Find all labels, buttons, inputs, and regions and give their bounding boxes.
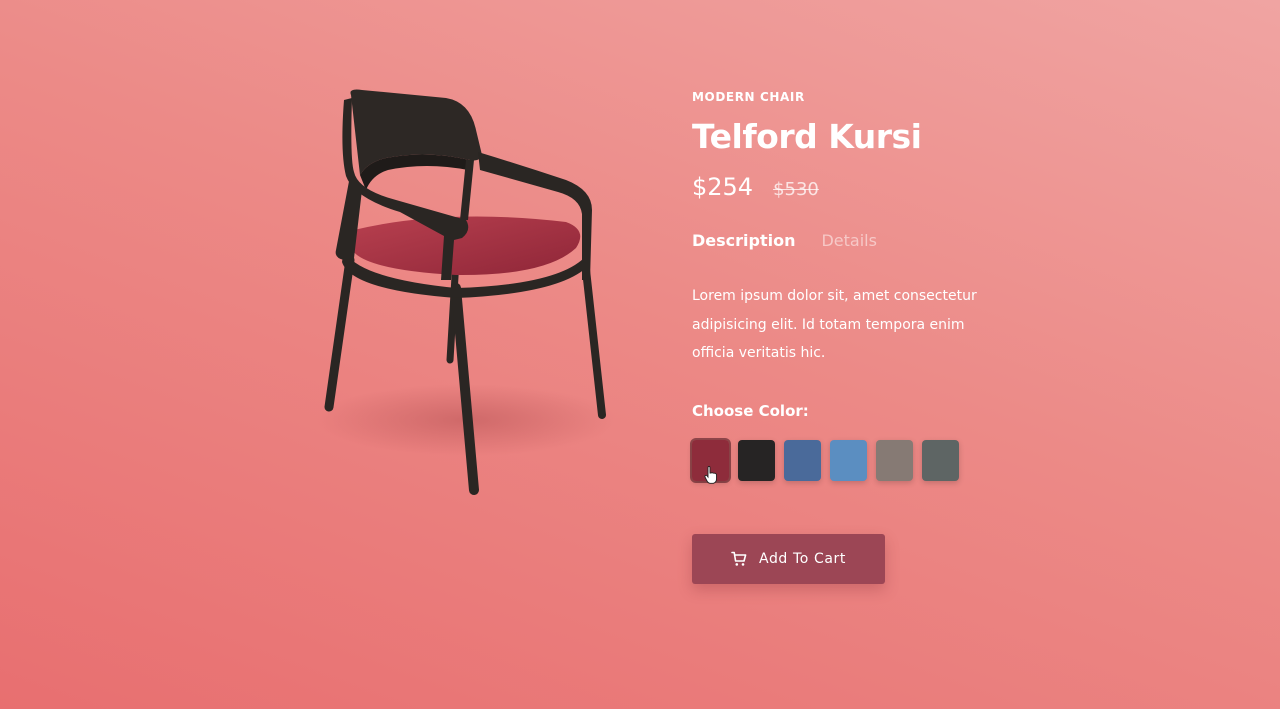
color-swatch-red[interactable]	[690, 437, 731, 484]
add-to-cart-button[interactable]: Add To Cart	[692, 534, 885, 584]
product-category: MODERN CHAIR	[692, 90, 805, 104]
price-row: $254 $530	[692, 172, 1052, 202]
tab-details[interactable]: Details	[821, 230, 876, 252]
hand-pointer-icon	[704, 465, 717, 484]
choose-color-label: Choose Color:	[692, 401, 809, 420]
product-tabs: Description Details	[692, 230, 1052, 252]
color-swatch-taupe[interactable]	[876, 439, 913, 481]
cart-icon	[731, 551, 747, 566]
add-to-cart-label: Add To Cart	[759, 551, 846, 567]
product-price: $254	[692, 173, 754, 201]
product-title: Telford Kursi	[692, 117, 922, 156]
color-swatch-light-blue[interactable]	[830, 439, 867, 481]
product-description: Lorem ipsum dolor sit, amet consectetur …	[692, 288, 977, 361]
chair-image	[316, 89, 616, 495]
color-swatch-gray[interactable]	[922, 439, 959, 481]
product-old-price: $530	[773, 179, 819, 200]
color-swatch-black[interactable]	[738, 439, 775, 481]
color-swatches	[690, 437, 1052, 484]
tab-description[interactable]: Description	[692, 230, 795, 252]
product-info: MODERN CHAIR Telford Kursi $254 $530 Des…	[690, 88, 1052, 484]
color-swatch-denim[interactable]	[784, 439, 821, 481]
